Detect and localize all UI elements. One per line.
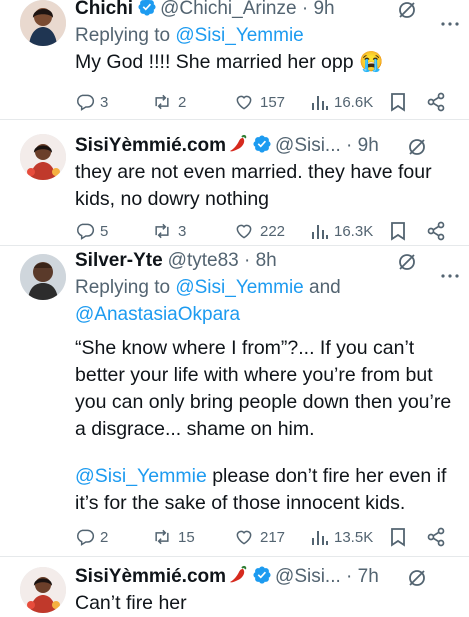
verified-badge-icon	[252, 134, 272, 162]
author-handle[interactable]: @Sisi... · 7h	[275, 566, 379, 587]
divider	[0, 245, 469, 246]
share-button[interactable]	[426, 219, 446, 243]
like-button[interactable]: 157	[233, 90, 285, 114]
like-button[interactable]: 222	[233, 219, 285, 243]
views-button[interactable]: 16.3K	[311, 219, 373, 243]
replying-to: Replying to @Sisi_Yemmie and @AnastasiaOk…	[75, 277, 341, 325]
repost-count: 2	[178, 93, 187, 111]
more-icon[interactable]	[441, 8, 459, 34]
reply-count: 3	[100, 93, 109, 111]
avatar[interactable]	[20, 254, 66, 300]
views-count: 13.5K	[334, 528, 374, 546]
grok-icon[interactable]	[397, 252, 417, 280]
tweet-text: Can’t fire her	[75, 592, 187, 614]
repost-button[interactable]: 2	[151, 90, 186, 114]
bookmark-icon	[391, 528, 405, 547]
mention-link[interactable]: @Sisi_Yemmie	[175, 25, 303, 46]
views-button[interactable]: 13.5K	[311, 525, 373, 549]
like-icon	[236, 95, 252, 110]
author-handle[interactable]: @Chichi_Arinze · 9h	[160, 0, 335, 19]
tweet-text: My God !!!! She married her opp 😭	[75, 51, 384, 73]
repost-icon	[155, 223, 169, 239]
reply-count: 2	[100, 528, 109, 546]
views-icon	[312, 225, 328, 239]
tweet-paragraph: “She know where I from”?... If you can’t…	[75, 337, 452, 440]
reply-count: 5	[100, 222, 109, 240]
reply-button[interactable]: 3	[75, 90, 108, 114]
author-name[interactable]: Chichi	[75, 0, 133, 19]
avatar[interactable]	[20, 134, 66, 180]
reply-icon	[77, 223, 95, 240]
mention-link[interactable]: @AnastasiaOkpara	[75, 304, 240, 325]
like-count: 157	[260, 93, 286, 111]
repost-count: 3	[178, 222, 187, 240]
author-handle[interactable]: @Sisi... · 9h	[275, 135, 379, 156]
avatar[interactable]	[20, 567, 66, 613]
grok-icon[interactable]	[407, 137, 427, 165]
verified-badge-icon	[137, 0, 157, 25]
repost-count: 15	[178, 528, 195, 546]
bookmark-button[interactable]	[389, 525, 407, 549]
repost-button[interactable]: 3	[151, 219, 186, 243]
bookmark-icon	[391, 93, 405, 112]
like-icon	[236, 224, 252, 239]
reply-button[interactable]: 5	[75, 219, 108, 243]
bookmark-button[interactable]	[389, 90, 407, 114]
grok-icon[interactable]	[407, 568, 427, 596]
reply-button[interactable]: 2	[75, 525, 108, 549]
tweet-paragraph: @Sisi_Yemmie please don’t fire her even …	[75, 465, 447, 514]
like-icon	[236, 530, 252, 545]
views-count: 16.6K	[334, 93, 374, 111]
views-icon	[312, 96, 328, 110]
like-button[interactable]: 217	[233, 525, 285, 549]
mention-link[interactable]: @Sisi_Yemmie	[175, 277, 303, 298]
avatar[interactable]	[20, 0, 66, 46]
repost-icon	[155, 94, 169, 110]
bookmark-icon	[391, 222, 405, 241]
share-icon	[427, 221, 445, 241]
chili-pepper-icon	[228, 133, 248, 161]
share-icon	[427, 527, 445, 547]
grok-icon[interactable]	[397, 0, 417, 28]
repost-button[interactable]: 15	[151, 525, 195, 549]
author-name[interactable]: SisiYèmmié.com	[75, 135, 226, 156]
tweet-text: “She know where I from”?... If you can’t…	[75, 335, 459, 517]
repost-icon	[155, 529, 169, 545]
verified-badge-icon	[252, 565, 272, 593]
divider	[0, 119, 469, 120]
mention-link[interactable]: @Sisi_Yemmie	[75, 465, 207, 487]
views-count: 16.3K	[334, 222, 374, 240]
views-button[interactable]: 16.6K	[311, 90, 373, 114]
share-button[interactable]	[426, 525, 446, 549]
reply-icon	[77, 529, 95, 546]
share-button[interactable]	[426, 90, 446, 114]
bookmark-button[interactable]	[389, 219, 407, 243]
author-name[interactable]: Silver-Yte	[75, 250, 163, 271]
divider	[0, 556, 469, 557]
author-name[interactable]: SisiYèmmié.com	[75, 566, 226, 587]
share-icon	[427, 92, 445, 112]
views-icon	[312, 531, 328, 545]
like-count: 217	[260, 528, 286, 546]
more-icon[interactable]	[441, 260, 459, 286]
tweet-text: they are not even married. they have fou…	[75, 161, 432, 210]
reply-icon	[77, 94, 95, 111]
chili-pepper-icon	[228, 564, 248, 592]
like-count: 222	[260, 222, 286, 240]
author-handle[interactable]: @tyte83 · 8h	[168, 250, 277, 271]
